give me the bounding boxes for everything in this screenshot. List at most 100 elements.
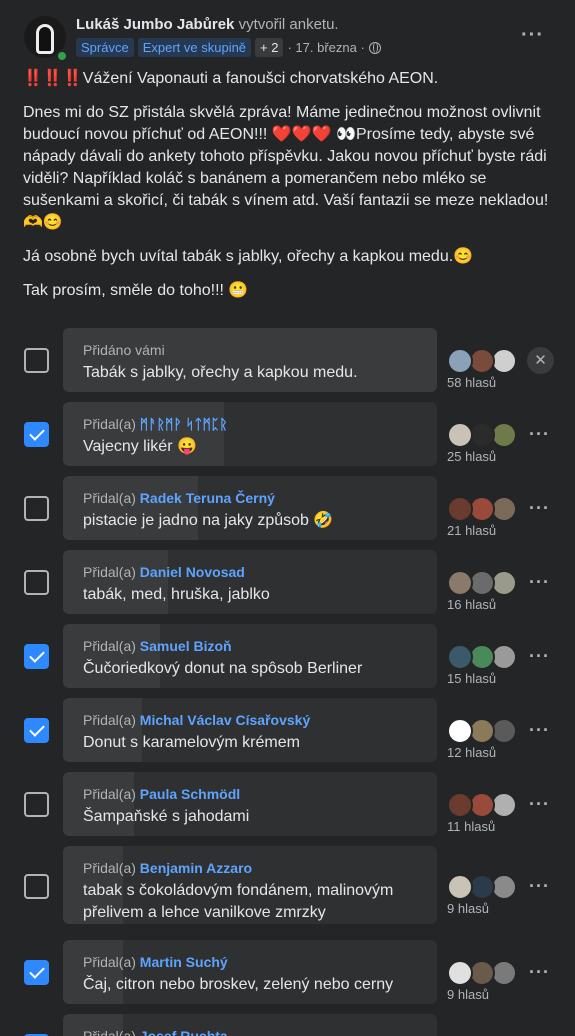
added-by: Přidal(a) Michal Václav Císařovský (83, 712, 423, 728)
poll-option[interactable]: Přidal(a) Benjamin Azzaro tabak s čokolád… (63, 846, 437, 924)
badge-admin[interactable]: Správce (76, 38, 134, 57)
vote-count[interactable]: 21 hlasů (447, 523, 496, 538)
poll-checkbox[interactable] (24, 644, 49, 669)
author-name[interactable]: Lukáš Jumbo Jabůrek (76, 16, 234, 33)
option-more-button[interactable]: ··· (529, 646, 550, 667)
remove-option-button[interactable]: ✕ (527, 347, 554, 374)
added-by: Přidal(a) Benjamin Azzaro (83, 860, 423, 876)
poll-checkbox[interactable] (24, 874, 49, 899)
poll-checkbox[interactable] (24, 570, 49, 595)
poll-option-text: pistacie je jadno na jaky způsob 🤣 (83, 512, 334, 529)
voter-avatars[interactable] (447, 960, 527, 986)
option-more-button[interactable]: ··· (529, 720, 550, 741)
post-paragraph: Tak prosím, směle do toho!!! 😬 (23, 282, 249, 299)
added-by-name[interactable]: Martin Suchý (140, 954, 228, 970)
voter-avatars[interactable] (447, 644, 527, 670)
added-by-prefix: Přidal(a) (83, 638, 136, 654)
voter-avatars[interactable] (447, 422, 527, 448)
voter-avatars[interactable] (447, 718, 527, 744)
vote-count[interactable]: 9 hlasů (447, 987, 489, 1002)
voter-avatar (447, 422, 473, 448)
added-by-name[interactable]: Michal Václav Císařovský (140, 712, 310, 728)
poll-option-row: Přidal(a) Samuel Bizoň Čučoriedkový donut… (0, 624, 575, 688)
vote-count[interactable]: 15 hlasů (447, 671, 496, 686)
poll-checkbox[interactable] (24, 348, 49, 373)
poll-option-row: Přidal(a) Michal Václav Císařovský Donut … (0, 698, 575, 762)
poll-option-row: Přidal(a) Josef Ruchta··· (0, 1014, 575, 1036)
added-by: Přidal(a) ᛗᚨᚱᛗᚹ ᛋᛏᛗᛈᚱ (83, 416, 423, 432)
badge-more[interactable]: + 2 (255, 38, 284, 57)
vote-count[interactable]: 16 hlasů (447, 597, 496, 612)
poll-option-row: Přidal(a) Paula Schmödl Šampaňské s jahod… (0, 772, 575, 836)
poll-checkbox[interactable] (24, 718, 49, 743)
poll-checkbox[interactable] (24, 422, 49, 447)
option-more-button[interactable]: ··· (529, 962, 550, 983)
voter-avatar (447, 496, 473, 522)
voter-avatars[interactable] (447, 496, 527, 522)
poll-option-row: Přidáno vámi Tabák s jablky, ořechy a kap… (0, 328, 575, 392)
poll-option-content: Přidal(a) Radek Teruna Černý pistacie je … (83, 490, 423, 532)
voter-avatar (447, 874, 473, 900)
poll-option[interactable]: Přidal(a) Daniel Novosad tabák, med, hruš… (63, 550, 437, 614)
poll-option[interactable]: Přidal(a) Martin Suchý Čaj, citron nebo b… (63, 940, 437, 1004)
option-more-button[interactable]: ··· (529, 794, 550, 815)
option-more-button[interactable]: ··· (529, 424, 550, 445)
poll-option[interactable]: Přidal(a) Samuel Bizoň Čučoriedkový donut… (63, 624, 437, 688)
poll-option[interactable]: Přidal(a) Michal Václav Císařovský Donut … (63, 698, 437, 762)
poll-option[interactable]: Přidal(a) Paula Schmödl Šampaňské s jahod… (63, 772, 437, 836)
added-by: Přidal(a) Paula Schmödl (83, 786, 423, 802)
added-by-name[interactable]: Josef Ruchta (140, 1028, 228, 1036)
poll-option-content: Přidal(a) ᛗᚨᚱᛗᚹ ᛋᛏᛗᛈᚱ Vajecny likér 😛 (83, 416, 423, 458)
poll-option[interactable]: Přidal(a) ᛗᚨᚱᛗᚹ ᛋᛏᛗᛈᚱ Vajecny likér 😛 (63, 402, 437, 466)
added-by: Přidáno vámi (83, 342, 423, 358)
poll-option-content: Přidal(a) Josef Ruchta (83, 1028, 423, 1036)
poll-option-text: Tabák s jablky, ořechy a kapkou medu. (83, 364, 358, 381)
poll-option-text: tabak s čokoládovým fondánem, malinovým … (83, 882, 394, 921)
vote-count[interactable]: 9 hlasů (447, 901, 489, 916)
poll-option-content: Přidal(a) Michal Václav Císařovský Donut … (83, 712, 423, 754)
added-by-name[interactable]: Paula Schmödl (140, 786, 240, 802)
author-line: Lukáš Jumbo Jabůrek vytvořil anketu. (76, 16, 339, 33)
vote-count[interactable]: 58 hlasů (447, 375, 496, 390)
added-by-name[interactable]: Samuel Bizoň (140, 638, 232, 654)
added-by-prefix: Přidal(a) (83, 490, 136, 506)
added-by-name[interactable]: Daniel Novosad (140, 564, 245, 580)
added-by-prefix: Přidáno vámi (83, 342, 165, 358)
poll-option-row: Přidal(a) Martin Suchý Čaj, citron nebo b… (0, 940, 575, 1004)
poll-option[interactable]: Přidal(a) Radek Teruna Černý pistacie je … (63, 476, 437, 540)
vote-count[interactable]: 25 hlasů (447, 449, 496, 464)
poll-option-text: Šampaňské s jahodami (83, 808, 250, 825)
added-by: Přidal(a) Martin Suchý (83, 954, 423, 970)
poll-option-text: Čučoriedkový donut na spôsob Berliner (83, 660, 363, 677)
added-by: Přidal(a) Radek Teruna Černý (83, 490, 423, 506)
option-more-button[interactable]: ··· (529, 876, 550, 897)
poll-option-content: Přidal(a) Martin Suchý Čaj, citron nebo b… (83, 954, 423, 996)
added-by-name[interactable]: Benjamin Azzaro (140, 860, 252, 876)
voter-avatars[interactable] (447, 348, 527, 374)
post-more-button[interactable]: ··· (521, 24, 544, 47)
added-by-prefix: Přidal(a) (83, 712, 136, 728)
vote-count[interactable]: 11 hlasů (447, 819, 495, 834)
added-by-name[interactable]: ᛗᚨᚱᛗᚹ ᛋᛏᛗᛈᚱ (140, 416, 228, 432)
option-more-button[interactable]: ··· (529, 572, 550, 593)
added-by-prefix: Přidal(a) (83, 954, 136, 970)
poll-option[interactable]: Přidáno vámi Tabák s jablky, ořechy a kap… (63, 328, 437, 392)
voter-avatars[interactable] (447, 570, 527, 596)
voter-avatar (447, 570, 473, 596)
added-by: Přidal(a) Samuel Bizoň (83, 638, 423, 654)
poll-checkbox[interactable] (24, 496, 49, 521)
badge-expert[interactable]: Expert ve skupině (137, 38, 252, 57)
vote-count[interactable]: 12 hlasů (447, 745, 496, 760)
added-by-prefix: Přidal(a) (83, 786, 136, 802)
option-more-button[interactable]: ··· (529, 498, 550, 519)
voter-avatars[interactable] (447, 874, 527, 900)
added-by-name[interactable]: Radek Teruna Černý (140, 490, 275, 506)
voter-avatars[interactable] (447, 792, 527, 818)
added-by: Přidal(a) Daniel Novosad (83, 564, 423, 580)
online-status-icon (56, 50, 68, 62)
poll-checkbox[interactable] (24, 960, 49, 985)
poll-checkbox[interactable] (24, 792, 49, 817)
added-by-prefix: Přidal(a) (83, 860, 136, 876)
poll-option[interactable]: Přidal(a) Josef Ruchta (63, 1014, 437, 1036)
post-date[interactable]: · 17. března · (287, 40, 364, 55)
